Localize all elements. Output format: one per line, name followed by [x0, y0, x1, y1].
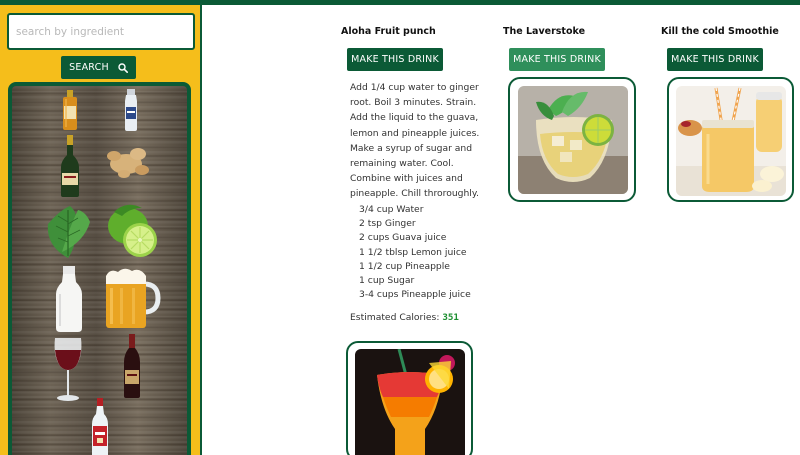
sidebar: SEARCH	[0, 5, 202, 455]
banana-smoothie-image	[676, 86, 786, 196]
drink-image-frame-aloha[interactable]	[346, 341, 473, 455]
estimated-calories: Estimated Calories: 351	[350, 312, 459, 323]
ingredient-item: 3-4 cups Pineapple juice	[359, 289, 471, 301]
ingredient-item: 2 tsp Ginger	[359, 218, 416, 230]
search-button[interactable]: SEARCH	[61, 56, 136, 79]
smirnoff-bottle-icon[interactable]	[90, 398, 110, 455]
search-icon	[118, 62, 128, 73]
drink-image-frame-smoothie[interactable]	[667, 77, 794, 202]
wine-bottle-icon[interactable]	[122, 334, 142, 398]
beer-mug-icon[interactable]	[104, 266, 162, 330]
drink-title-aloha: Aloha Fruit punch	[341, 26, 436, 37]
drink-image-frame-laverstoke[interactable]	[508, 77, 636, 202]
milk-bottle-icon[interactable]	[54, 266, 84, 332]
search-input[interactable]	[7, 13, 195, 50]
make-drink-button-laverstoke[interactable]: MAKE THIS DRINK	[509, 48, 605, 71]
calories-value: 351	[442, 312, 459, 323]
ingredient-item: 1 1/2 cup Pineapple	[359, 260, 450, 272]
vodka-bottle-icon[interactable]	[123, 89, 139, 131]
tropical-cocktail-image	[355, 349, 465, 455]
red-wine-glass-icon[interactable]	[52, 336, 84, 402]
drink-title-laverstoke: The Laverstoke	[503, 26, 586, 37]
champagne-bottle-icon[interactable]	[60, 135, 80, 197]
ingredient-item: 1 cup Sugar	[359, 275, 415, 287]
ingredient-panel	[8, 82, 191, 455]
make-drink-button-aloha[interactable]: MAKE THIS DRINK	[347, 48, 443, 71]
calories-label: Estimated Calories:	[350, 312, 440, 323]
mint-leaves-icon[interactable]	[40, 202, 96, 260]
recipe-instructions: Add 1/4 cup water to ginger root. Boil 3…	[350, 82, 480, 200]
lime-icon[interactable]	[102, 202, 160, 260]
ginger-root-icon[interactable]	[104, 144, 152, 180]
drink-title-smoothie: Kill the cold Smoothie	[661, 26, 779, 37]
ingredient-item: 2 cups Guava juice	[359, 232, 447, 244]
lime-mint-cocktail-image	[518, 86, 628, 194]
ingredient-list: 3/4 cup Water 2 tsp Ginger 2 cups Guava …	[359, 203, 471, 302]
search-button-label: SEARCH	[69, 62, 109, 73]
make-drink-button-smoothie[interactable]: MAKE THIS DRINK	[667, 48, 763, 71]
ingredient-item: 3/4 cup Water	[359, 204, 424, 215]
ingredient-item: 1 1/2 tblsp Lemon juice	[359, 246, 467, 258]
bourbon-bottle-icon[interactable]	[61, 90, 79, 130]
